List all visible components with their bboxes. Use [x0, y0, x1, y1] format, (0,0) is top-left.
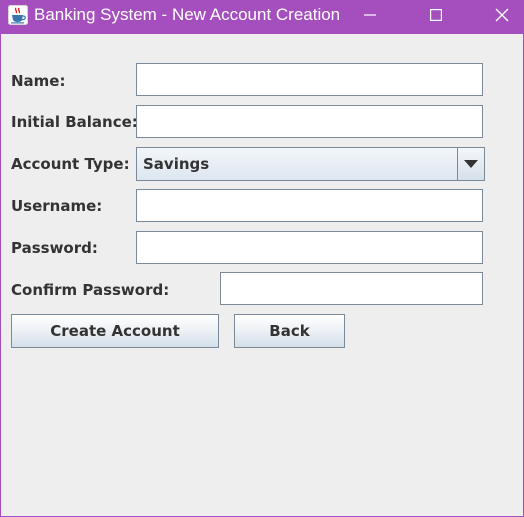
minimize-icon	[364, 14, 376, 16]
account-creation-window: Banking System - New Account Creation Na…	[0, 0, 524, 517]
password-label: Password:	[11, 239, 98, 257]
password-input[interactable]	[136, 231, 483, 264]
chevron-down-icon	[464, 160, 478, 168]
maximize-icon	[430, 9, 442, 21]
title-bar[interactable]: Banking System - New Account Creation	[1, 0, 524, 34]
maximize-button[interactable]	[413, 0, 459, 30]
confirm-password-label: Confirm Password:	[11, 281, 170, 299]
create-account-button[interactable]: Create Account	[11, 314, 219, 348]
initial-balance-label: Initial Balance:	[11, 113, 138, 131]
account-type-selected: Savings	[143, 155, 210, 173]
username-label: Username:	[11, 197, 103, 215]
confirm-password-input[interactable]	[220, 272, 483, 305]
name-label: Name:	[11, 72, 66, 90]
window-title: Banking System - New Account Creation	[34, 5, 341, 24]
name-input[interactable]	[136, 63, 483, 96]
initial-balance-input[interactable]	[136, 105, 483, 138]
account-type-label: Account Type:	[11, 155, 130, 173]
java-cup-icon	[8, 5, 28, 25]
username-input[interactable]	[136, 189, 483, 222]
close-button[interactable]	[479, 0, 524, 30]
close-icon	[495, 8, 509, 22]
dropdown-arrow-button[interactable]	[457, 148, 484, 180]
minimize-button[interactable]	[347, 0, 393, 30]
account-type-dropdown[interactable]: Savings	[136, 147, 485, 181]
back-button[interactable]: Back	[234, 314, 345, 348]
